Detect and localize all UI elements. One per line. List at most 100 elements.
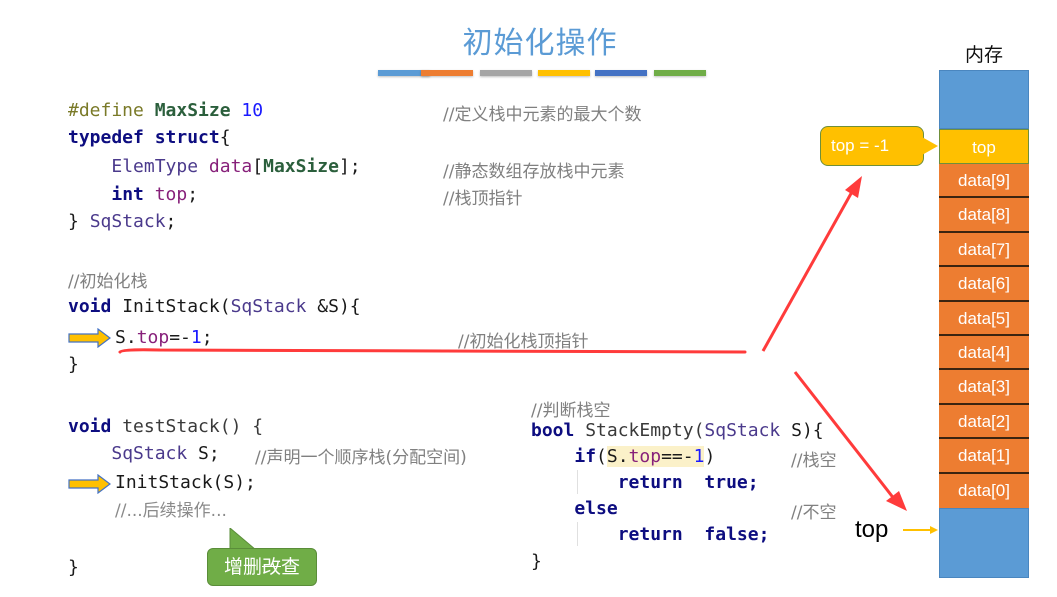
- field-top: top: [136, 327, 170, 348]
- memory-cell-data: data[0]: [939, 473, 1029, 508]
- memory-cell-data: data[7]: [939, 232, 1029, 268]
- preprocessor-directive: #define: [68, 100, 144, 121]
- keyword-void: void: [68, 416, 112, 437]
- code-initstack-call: InitStack(S);: [115, 472, 256, 493]
- memory-free-bottom: [939, 507, 1029, 578]
- keyword-bool: bool: [531, 420, 575, 441]
- comment-init-top: //初始化栈顶指针: [458, 332, 589, 352]
- callout-tail-icon: [922, 137, 938, 155]
- var-s: S.: [606, 446, 629, 467]
- title-bar-yellow: [538, 70, 590, 76]
- comment-empty: //栈空: [791, 451, 837, 471]
- code-top-field-line: int top;: [68, 182, 198, 208]
- code-teststack-signature: void testStack() {: [68, 414, 263, 440]
- macro-value: 10: [241, 100, 264, 121]
- comment-maxsize: //定义栈中元素的最大个数: [443, 105, 642, 125]
- green-callout-tail-icon: [229, 528, 257, 550]
- comment-declare-stack: //声明一个顺序栈(分配空间): [255, 448, 467, 468]
- red-underline: [118, 348, 747, 354]
- memory-cell-data: data[5]: [939, 301, 1029, 336]
- semicolon: ;: [758, 524, 770, 545]
- operator: =-: [169, 327, 191, 348]
- callout-text-query: 查: [281, 556, 301, 578]
- code-teststack-decl: SqStack S;: [68, 441, 220, 467]
- code-struct-close-line: } SqStack;: [68, 209, 176, 235]
- macro-ref: MaxSize: [263, 156, 339, 177]
- keyword-return: return: [617, 524, 683, 545]
- current-line-arrow-icon: [68, 328, 111, 348]
- field-top: top: [154, 184, 188, 205]
- number-literal: 1: [190, 327, 202, 348]
- keyword-void: void: [68, 296, 112, 317]
- keyword-int: int: [111, 184, 144, 205]
- code-typedef-line: typedef struct{: [68, 125, 231, 151]
- number-literal: 1: [693, 446, 705, 467]
- call-arrow-icon: [68, 474, 111, 494]
- top-value-callout: top = -1: [820, 126, 924, 166]
- title-bar-orange: [421, 70, 473, 76]
- semicolon: ;: [187, 184, 199, 205]
- bracket-close: ];: [338, 156, 361, 177]
- field-data: data: [208, 156, 253, 177]
- memory-cell-data: data[2]: [939, 404, 1029, 440]
- bracket-open: [: [252, 156, 264, 177]
- code-stackempty-signature: bool StackEmpty(SqStack S){: [531, 418, 824, 444]
- keyword-true: true: [704, 472, 748, 493]
- comment-static-array: //静态数组存放栈中元素: [443, 162, 625, 182]
- crud-callout: 增删改查: [207, 548, 317, 586]
- code-initstack-signature: void InitStack(SqStack &S){: [68, 294, 361, 320]
- brace: {: [219, 127, 231, 148]
- param-type: SqStack: [704, 420, 781, 441]
- comment-init-stack: //初始化栈: [68, 272, 148, 292]
- code-define-line: #define MaxSize 10: [68, 98, 263, 124]
- function-name: testStack() {: [111, 416, 264, 437]
- semicolon: ;: [165, 211, 177, 232]
- highlighted-condition: S.top==-1: [606, 446, 705, 467]
- memory-cell-data: data[4]: [939, 335, 1029, 371]
- code-return-false: return false;: [531, 522, 770, 548]
- code-stackempty-close: }: [531, 551, 542, 572]
- red-arrow-down-head-icon: [886, 491, 907, 511]
- red-arrow-up-line: [761, 189, 855, 352]
- code-init-close: }: [68, 354, 79, 375]
- keyword-false: false: [704, 524, 759, 545]
- title-bar-gray: [480, 70, 532, 76]
- memory-cell-data: data[8]: [939, 198, 1029, 233]
- macro-name: MaxSize: [154, 100, 231, 121]
- code-if-line: if(S.top==-1): [531, 444, 715, 470]
- comment-top-pointer: //栈顶指针: [443, 189, 523, 209]
- var-s: S.: [115, 327, 137, 348]
- page-title: 初始化操作: [462, 26, 618, 61]
- comment-not-empty: //不空: [791, 503, 837, 523]
- var-decl: S;: [187, 443, 220, 464]
- field-top: top: [628, 446, 662, 467]
- paren-open: (: [596, 446, 607, 467]
- keyword-struct: struct: [154, 127, 220, 148]
- code-data-field-line: ElemType data[MaxSize];: [68, 154, 361, 180]
- param-type: SqStack: [230, 296, 307, 317]
- type-sqstack: SqStack: [111, 443, 188, 464]
- semicolon: ;: [747, 472, 759, 493]
- keyword-typedef: typedef: [68, 127, 144, 148]
- code-teststack-close: }: [68, 557, 79, 578]
- memory-cell-data: data[6]: [939, 267, 1029, 302]
- keyword-if: if: [574, 446, 597, 467]
- comment-subsequent-ops: //...后续操作...: [115, 501, 227, 521]
- title-bar-darkblue: [595, 70, 647, 76]
- title-bar-green: [654, 70, 706, 76]
- memory-free-top: [939, 70, 1029, 129]
- memory-label: 内存: [964, 44, 1003, 66]
- memory-cell-data: data[9]: [939, 164, 1029, 199]
- red-arrow-up-head-icon: [845, 176, 862, 198]
- semicolon: ;: [201, 327, 213, 348]
- function-name: InitStack(: [122, 296, 231, 317]
- code-return-true: return true;: [531, 470, 759, 496]
- memory-cell-data: data[3]: [939, 370, 1029, 405]
- brace: }: [68, 211, 79, 232]
- param-name: S){: [780, 420, 824, 441]
- keyword-else: else: [574, 498, 618, 519]
- function-name: StackEmpty(: [574, 420, 705, 441]
- code-else-line: else: [531, 496, 618, 522]
- type-sqstack: SqStack: [89, 211, 166, 232]
- memory-cell-top: top: [939, 129, 1029, 164]
